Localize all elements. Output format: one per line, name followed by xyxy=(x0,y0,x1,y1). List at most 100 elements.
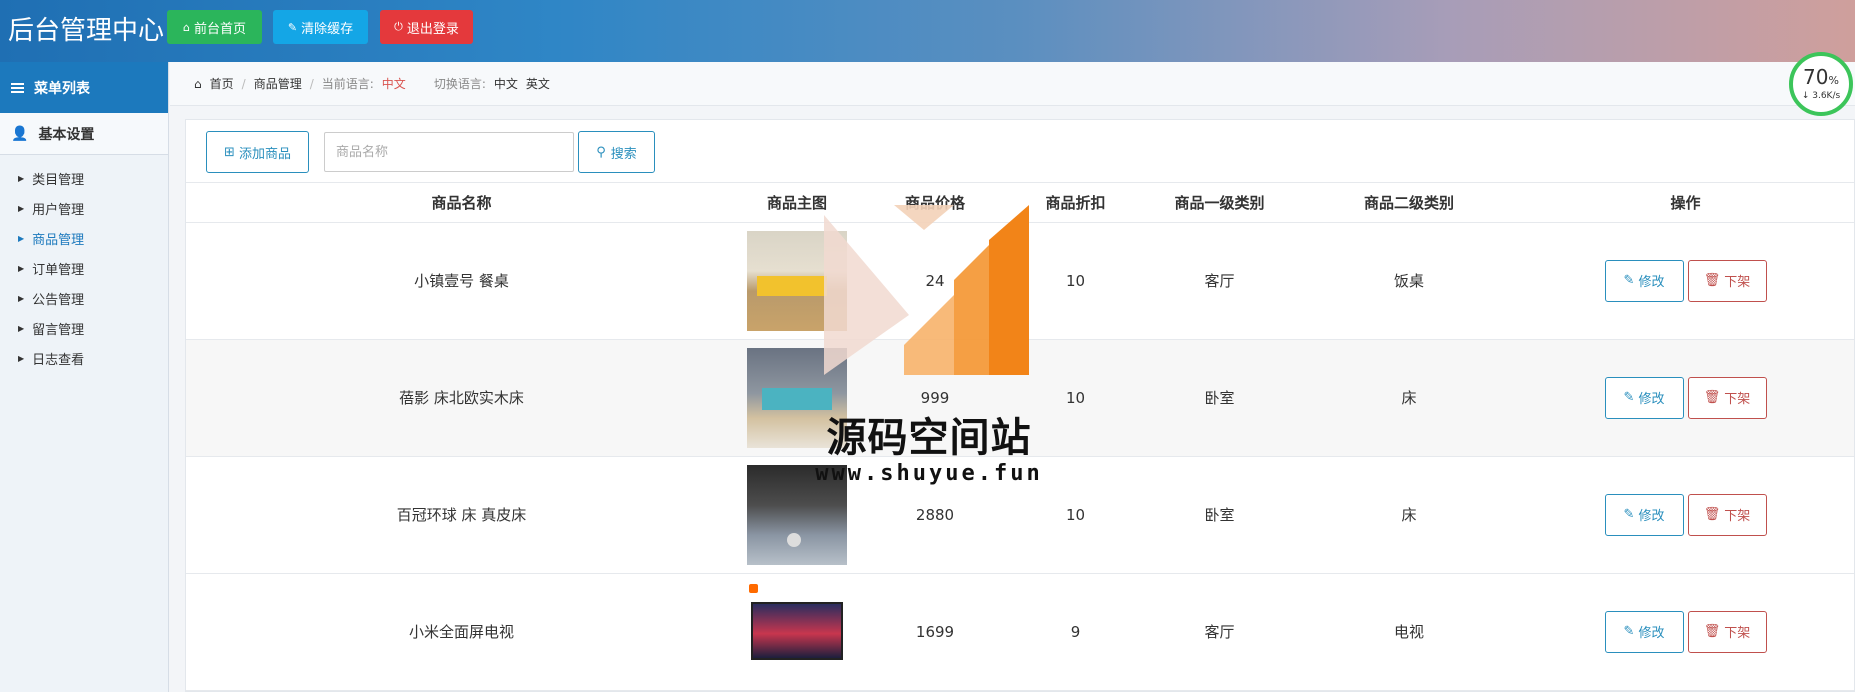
table-row: 小米全面屏电视 1699 9 客厅 电视 ✎ 修改 🗑 下架 xyxy=(186,573,1854,691)
breadcrumb-separator: / xyxy=(241,76,246,91)
mi-logo-icon xyxy=(749,583,758,593)
breadcrumb-home[interactable]: 首页 xyxy=(210,75,234,92)
add-product-label: 添加商品 xyxy=(238,146,291,162)
home-button[interactable]: ⌂ 前台首页 xyxy=(167,10,262,44)
search-button-label: 搜索 xyxy=(610,146,637,162)
current-language-label: 当前语言: xyxy=(321,77,374,91)
sidebar-item-label: 日志查看 xyxy=(32,352,85,368)
caret-right-icon: ▶ xyxy=(18,323,25,333)
product-category-2: 电视 xyxy=(1301,573,1517,691)
column-header: 商品一级类别 xyxy=(1138,183,1301,223)
switch-language-label: 切换语言: xyxy=(433,77,486,91)
trash-icon: 🗑 xyxy=(1703,273,1721,288)
product-discount: 10 xyxy=(1013,456,1138,574)
sidebar-item-messages[interactable]: ▶ 留言管理 xyxy=(0,313,168,343)
sidebar-item-label: 类目管理 xyxy=(32,172,85,188)
sidebar-item-category[interactable]: ▶ 类目管理 xyxy=(0,163,168,193)
product-name: 百冠环球 床 真皮床 xyxy=(186,456,737,574)
breadcrumb: ⌂ 首页 / 商品管理 / 当前语言: 中文 切换语言: 中文 英文 xyxy=(170,62,1855,106)
sidebar-item-notices[interactable]: ▶ 公告管理 xyxy=(0,283,168,313)
take-down-button[interactable]: 🗑 下架 xyxy=(1687,610,1767,653)
network-speed-widget[interactable]: 70% ↓ 3.6K/s xyxy=(1789,52,1853,116)
menu-title: 菜单列表 xyxy=(34,80,90,97)
clear-cache-button[interactable]: ✎ 清除缓存 xyxy=(273,10,368,44)
edit-button[interactable]: ✎ 修改 xyxy=(1604,610,1684,653)
take-down-label: 下架 xyxy=(1724,626,1751,641)
sidebar-item-label: 商品管理 xyxy=(32,232,85,248)
search-icon: ⚲ xyxy=(596,144,606,160)
take-down-button[interactable]: 🗑 下架 xyxy=(1687,376,1767,419)
menu-header[interactable]: 菜单列表 xyxy=(0,62,168,113)
table-row: 小镇壹号 餐桌 24 10 客厅 饭桌 ✎ 修改 🗑 下架 xyxy=(186,222,1854,340)
edit-icon: ✎ xyxy=(1623,507,1635,522)
caret-right-icon: ▶ xyxy=(18,233,25,243)
sidebar-item-products[interactable]: ▶ 商品管理 xyxy=(0,223,168,253)
home-button-label: 前台首页 xyxy=(193,21,246,37)
edit-label: 修改 xyxy=(1638,509,1665,524)
sidebar-item-label: 用户管理 xyxy=(32,202,85,218)
settings-group[interactable]: 👤 基本设置 xyxy=(0,113,168,155)
product-table: 商品名称 商品主图 商品价格 商品折扣 商品一级类别 商品二级类别 操作 小镇壹… xyxy=(186,183,1854,691)
product-image xyxy=(747,230,847,331)
product-discount: 9 xyxy=(1013,573,1138,691)
group-title: 基本设置 xyxy=(38,126,95,143)
breadcrumb-current[interactable]: 商品管理 xyxy=(254,75,302,92)
product-category-2: 饭桌 xyxy=(1301,222,1517,340)
logout-button[interactable]: ⏻ 退出登录 xyxy=(380,10,473,44)
clear-cache-label: 清除缓存 xyxy=(301,21,354,37)
take-down-button[interactable]: 🗑 下架 xyxy=(1687,493,1767,536)
caret-right-icon: ▶ xyxy=(18,293,25,303)
sidebar-item-orders[interactable]: ▶ 订单管理 xyxy=(0,253,168,283)
sidebar-item-label: 公告管理 xyxy=(32,292,85,308)
list-icon xyxy=(11,81,24,95)
search-input[interactable] xyxy=(324,132,574,172)
arrow-down-icon: ↓ xyxy=(1801,91,1813,101)
product-price: 2880 xyxy=(857,456,1013,574)
speed-rate: 3.6K/s xyxy=(1812,91,1841,101)
column-header: 商品价格 xyxy=(857,183,1013,223)
home-icon: ⌂ xyxy=(183,20,190,34)
product-name: 小镇壹号 餐桌 xyxy=(186,222,737,340)
breadcrumb-separator: / xyxy=(309,76,314,91)
caret-right-icon: ▶ xyxy=(18,173,25,183)
trash-icon: 🗑 xyxy=(1703,390,1721,405)
edit-label: 修改 xyxy=(1638,392,1665,407)
take-down-label: 下架 xyxy=(1724,509,1751,524)
sidebar-item-label: 留言管理 xyxy=(32,322,85,338)
search-button[interactable]: ⚲ 搜索 xyxy=(578,131,655,173)
product-name: 小米全面屏电视 xyxy=(186,573,737,691)
wrench-icon: ✎ xyxy=(287,20,298,34)
plus-square-icon: ⊞ xyxy=(224,144,235,160)
switch-language-zh[interactable]: 中文 xyxy=(494,75,518,92)
product-category-1: 卧室 xyxy=(1138,339,1301,457)
column-header: 商品名称 xyxy=(186,183,737,223)
speed-percent-unit: % xyxy=(1828,74,1839,87)
edit-icon: ✎ xyxy=(1623,273,1635,288)
product-discount: 10 xyxy=(1013,339,1138,457)
product-category-1: 客厅 xyxy=(1138,222,1301,340)
add-product-button[interactable]: ⊞ 添加商品 xyxy=(206,131,309,173)
speed-percent: 70 xyxy=(1803,65,1829,89)
table-row: 百冠环球 床 真皮床 2880 10 卧室 床 ✎ 修改 🗑 下架 xyxy=(186,456,1854,574)
edit-label: 修改 xyxy=(1638,626,1665,641)
product-category-1: 卧室 xyxy=(1138,456,1301,574)
edit-label: 修改 xyxy=(1638,275,1665,290)
product-discount: 10 xyxy=(1013,222,1138,340)
top-header: 后台管理中心 ⌂ 前台首页 ✎ 清除缓存 ⏻ 退出登录 xyxy=(0,0,1855,62)
sidebar-item-users[interactable]: ▶ 用户管理 xyxy=(0,193,168,223)
trash-icon: 🗑 xyxy=(1703,624,1721,639)
edit-button[interactable]: ✎ 修改 xyxy=(1604,376,1684,419)
column-header: 商品折扣 xyxy=(1013,183,1138,223)
sidebar-item-logs[interactable]: ▶ 日志查看 xyxy=(0,343,168,373)
table-header: 商品名称 商品主图 商品价格 商品折扣 商品一级类别 商品二级类别 操作 xyxy=(186,183,1854,223)
edit-button[interactable]: ✎ 修改 xyxy=(1604,259,1684,302)
edit-button[interactable]: ✎ 修改 xyxy=(1604,493,1684,536)
home-icon: ⌂ xyxy=(194,76,202,91)
take-down-button[interactable]: 🗑 下架 xyxy=(1687,259,1767,302)
take-down-label: 下架 xyxy=(1724,392,1751,407)
column-header: 操作 xyxy=(1517,183,1854,223)
power-icon: ⏻ xyxy=(394,20,403,33)
user-icon: 👤 xyxy=(11,125,29,142)
switch-language-en[interactable]: 英文 xyxy=(526,75,550,92)
sidebar-menu: ▶ 类目管理 ▶ 用户管理 ▶ 商品管理 ▶ 订单管理 ▶ 公告管理 ▶ 留言管理 ▶ 日志查… xyxy=(0,155,168,373)
